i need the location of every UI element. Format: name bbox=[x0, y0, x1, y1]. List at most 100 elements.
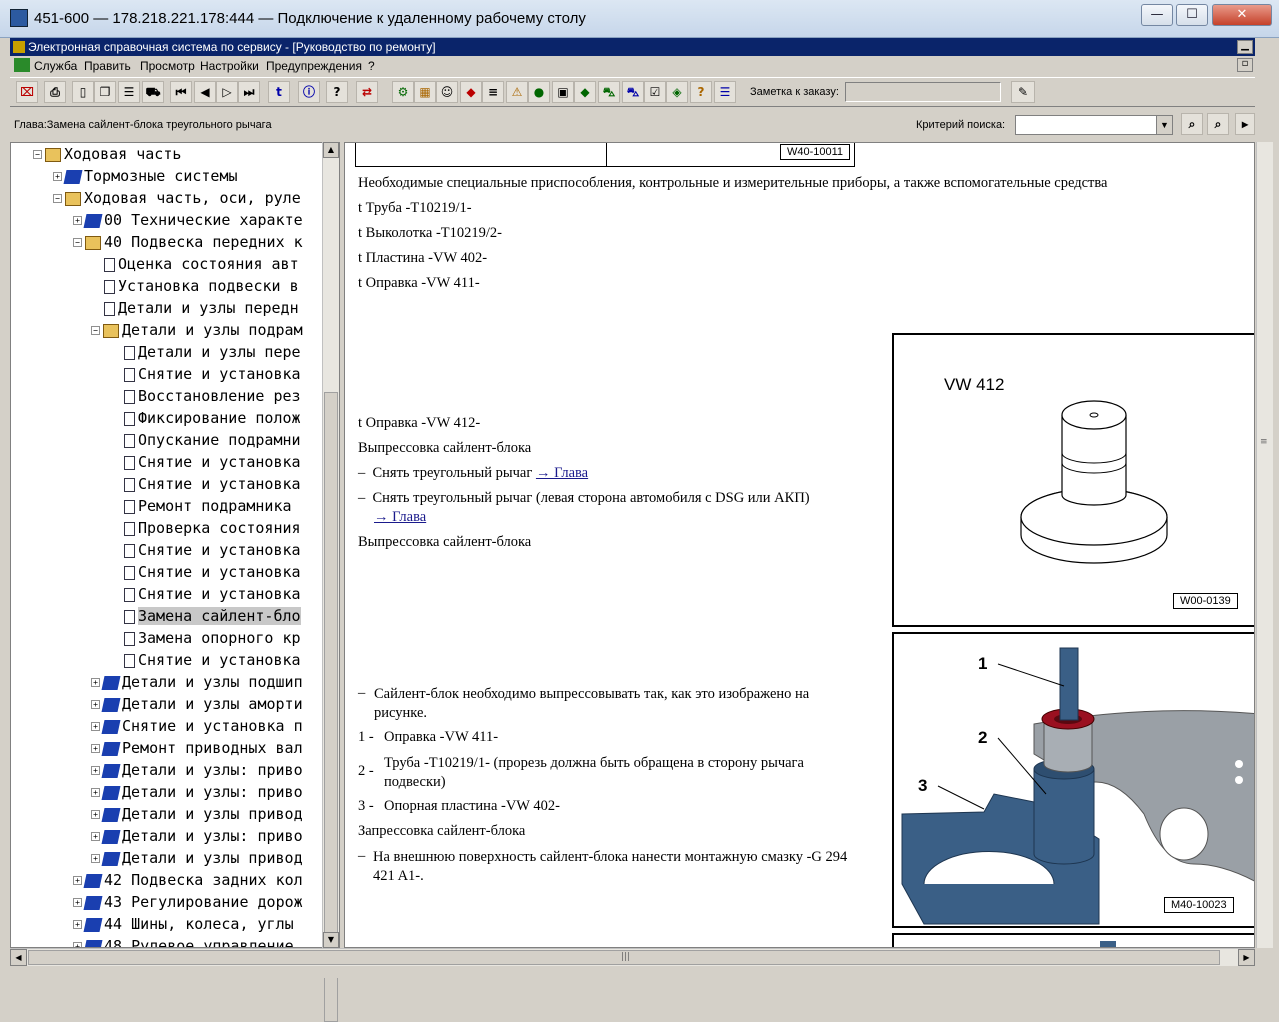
expand-icon[interactable]: + bbox=[91, 810, 100, 819]
tree-item[interactable]: Проверка состояния bbox=[111, 517, 301, 539]
expand-icon[interactable]: + bbox=[91, 744, 100, 753]
collapse-icon[interactable]: − bbox=[53, 194, 62, 203]
tree-item[interactable]: Снятие и установка bbox=[111, 451, 301, 473]
collapse-icon[interactable]: − bbox=[91, 326, 100, 335]
expand-icon[interactable]: + bbox=[91, 788, 100, 797]
car-green-icon[interactable]: ⛍ bbox=[598, 81, 620, 103]
calc-icon[interactable]: ▦ bbox=[414, 81, 436, 103]
tree-item[interactable]: +43 Регулирование дорож bbox=[73, 891, 303, 913]
tree-item[interactable]: Снятие и установка bbox=[111, 649, 301, 671]
books-icon[interactable]: ◈ bbox=[666, 81, 688, 103]
tree-item[interactable]: +48 Рулевое управление bbox=[73, 935, 294, 947]
tree-item[interactable]: Оценка состояния авт bbox=[91, 253, 299, 275]
person-icon[interactable]: ☺ bbox=[436, 81, 458, 103]
horizontal-scrollbar[interactable]: ◀ ||| ▶ bbox=[10, 948, 1255, 966]
search-next-icon[interactable]: ⌕ bbox=[1207, 113, 1229, 135]
tree-item[interactable]: + Ремонт приводных вал bbox=[91, 737, 303, 759]
warning-icon[interactable]: ⚠ bbox=[506, 81, 528, 103]
tree-item[interactable]: − Ходовая часть, оси, руле bbox=[53, 187, 301, 209]
tree-item[interactable]: Фиксирование полож bbox=[111, 407, 301, 429]
tree-item[interactable]: Снятие и установка bbox=[111, 561, 301, 583]
scroll-right-icon[interactable]: ▶ bbox=[1238, 949, 1255, 966]
close-button[interactable]: ✕ bbox=[1212, 4, 1272, 26]
notes-icon[interactable]: ☰ bbox=[118, 81, 140, 103]
list-icon[interactable]: ≡ bbox=[482, 81, 504, 103]
tree-item[interactable]: + Детали и узлы: приво bbox=[91, 781, 303, 803]
menu-edit[interactable]: Править bbox=[84, 59, 131, 73]
tree-item[interactable]: − 40 Подвеска передних к bbox=[73, 231, 303, 253]
tree-item[interactable]: Ремонт подрамника bbox=[111, 495, 292, 517]
tree-item[interactable]: Снятие и установка bbox=[111, 583, 301, 605]
copy-icon[interactable]: ❐ bbox=[94, 81, 116, 103]
tree-item[interactable]: +42 Подвеска задних кол bbox=[73, 869, 303, 891]
tree-item[interactable]: + Тормозные системы bbox=[53, 165, 238, 187]
expand-icon[interactable]: + bbox=[91, 854, 100, 863]
checklist-icon[interactable]: ☑ bbox=[644, 81, 666, 103]
book-green-icon[interactable]: ◆ bbox=[574, 81, 596, 103]
prev-icon[interactable]: ◀ bbox=[194, 81, 216, 103]
car-blue-icon[interactable]: ⛍ bbox=[622, 81, 644, 103]
tree-item[interactable]: − Детали и узлы подрам bbox=[91, 319, 303, 341]
note-edit-icon[interactable]: ✎ bbox=[1011, 81, 1035, 103]
back-icon[interactable]: t bbox=[268, 81, 290, 103]
tree-item[interactable]: Снятие и установка bbox=[111, 539, 301, 561]
tree-item[interactable]: + Детали и узлы: приво bbox=[91, 759, 303, 781]
search-options-icon[interactable]: ▸ bbox=[1235, 113, 1255, 135]
chapter-link[interactable]: → Глава bbox=[536, 465, 588, 481]
menu-settings[interactable]: Настройки bbox=[200, 59, 259, 73]
scroll-left-icon[interactable]: ◀ bbox=[10, 949, 27, 966]
swap-icon[interactable]: ⇄ bbox=[356, 81, 378, 103]
search-criteria-select[interactable]: ▼ bbox=[1015, 115, 1173, 135]
scroll-up-icon[interactable]: ▲ bbox=[323, 142, 339, 158]
menu-view[interactable]: Просмотр bbox=[140, 59, 195, 73]
document-icon[interactable]: ▯ bbox=[72, 81, 94, 103]
tree-item[interactable]: + Детали и узлы привод bbox=[91, 803, 303, 825]
expand-icon[interactable]: + bbox=[73, 898, 82, 907]
mdi-minimize-button[interactable]: ▁ bbox=[1237, 40, 1253, 54]
tree-item[interactable]: Установка подвески в bbox=[91, 275, 299, 297]
expand-icon[interactable]: + bbox=[73, 876, 82, 885]
expand-icon[interactable]: + bbox=[73, 920, 82, 929]
document-scrollbar[interactable]: ≡ bbox=[1256, 142, 1273, 948]
first-icon[interactable]: ⏮ bbox=[170, 81, 192, 103]
tree-item[interactable]: + Детали и узлы подшип bbox=[91, 671, 303, 693]
tree-item[interactable]: Замена опорного кр bbox=[111, 627, 301, 649]
menu-warnings[interactable]: Предупреждения bbox=[266, 59, 362, 73]
chevron-down-icon[interactable]: ▼ bbox=[1156, 116, 1172, 134]
tree-item[interactable]: Снятие и установка bbox=[111, 363, 301, 385]
maximize-button[interactable]: ☐ bbox=[1176, 4, 1208, 26]
expand-icon[interactable]: + bbox=[73, 216, 82, 225]
expand-icon[interactable]: + bbox=[53, 172, 62, 181]
scroll-down-icon[interactable]: ▼ bbox=[323, 932, 339, 948]
order-note-input[interactable] bbox=[845, 82, 1001, 102]
car-icon[interactable]: ⛟ bbox=[142, 81, 164, 103]
tree-item[interactable]: Опускание подрамни bbox=[111, 429, 301, 451]
collapse-icon[interactable]: − bbox=[33, 150, 42, 159]
print-icon[interactable]: ⎙ bbox=[44, 81, 66, 103]
next-icon[interactable]: ▷ bbox=[216, 81, 238, 103]
question-icon[interactable]: ? bbox=[326, 81, 348, 103]
help-book-icon[interactable]: ? bbox=[690, 81, 712, 103]
book-red-icon[interactable]: ◆ bbox=[460, 81, 482, 103]
tree-item[interactable]: Восстановление рез bbox=[111, 385, 301, 407]
expand-icon[interactable]: + bbox=[91, 766, 100, 775]
expand-icon[interactable]: + bbox=[91, 832, 100, 841]
info-icon[interactable]: ⓘ bbox=[298, 81, 320, 103]
search-icon[interactable]: ⌕ bbox=[1181, 113, 1203, 135]
scroll-thumb[interactable]: ||| bbox=[28, 950, 1220, 965]
disk-icon[interactable]: ▣ bbox=[552, 81, 574, 103]
tree-item[interactable]: +00 Технические характе bbox=[73, 209, 303, 231]
tree-scrollbar[interactable]: ▲ ▼ bbox=[322, 142, 339, 1022]
chapter-link[interactable]: → Глава bbox=[374, 509, 426, 525]
exit-icon[interactable]: ⌧ bbox=[16, 81, 38, 103]
stack-icon[interactable]: ☰ bbox=[714, 81, 736, 103]
tree-item[interactable]: Детали и узлы передн bbox=[91, 297, 299, 319]
last-icon[interactable]: ⏭ bbox=[238, 81, 260, 103]
tree-item[interactable]: + Детали и узлы: приво bbox=[91, 825, 303, 847]
expand-icon[interactable]: + bbox=[91, 678, 100, 687]
expand-icon[interactable]: + bbox=[91, 722, 100, 731]
expand-icon[interactable]: + bbox=[91, 700, 100, 709]
menu-service[interactable]: Служба bbox=[34, 59, 77, 73]
tree-item[interactable]: Снятие и установка bbox=[111, 473, 301, 495]
globe-icon[interactable]: ● bbox=[528, 81, 550, 103]
